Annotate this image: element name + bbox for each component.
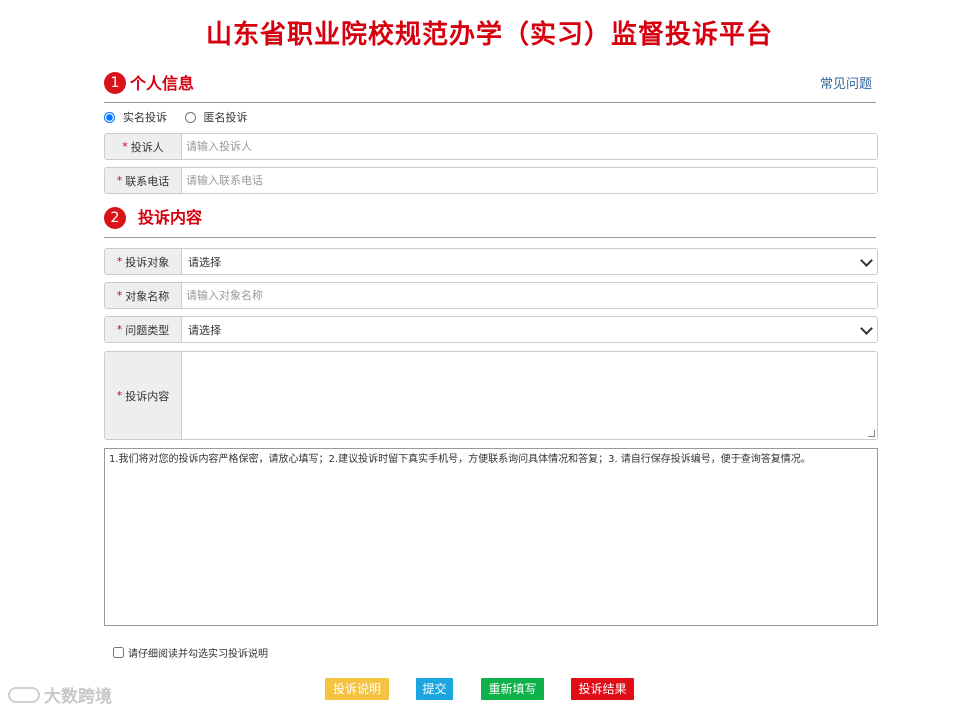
section-divider: [104, 237, 876, 238]
complaint-type-radios: 实名投诉 匿名投诉: [104, 109, 262, 127]
page-title: 山东省职业院校规范办学（实习）监督投诉平台: [205, 20, 773, 50]
step-badge-2: 2: [104, 207, 126, 229]
issue-type-label: * 问题类型: [105, 317, 182, 342]
chevron-down-icon: [860, 322, 873, 335]
section-title-content: 投诉内容: [138, 208, 203, 227]
issue-type-select[interactable]: 请选择: [182, 317, 877, 342]
target-name-row: * 对象名称: [104, 282, 878, 309]
agreement-checkbox[interactable]: [113, 647, 124, 658]
complainant-row: * 投诉人: [104, 133, 878, 160]
radio-real-name-input[interactable]: [104, 111, 115, 123]
target-name-input[interactable]: [182, 283, 877, 308]
radio-anonymous[interactable]: 匿名投诉: [184, 109, 248, 125]
complainant-input[interactable]: [182, 134, 877, 159]
section-personal-info: 1 个人信息 常见问题: [104, 70, 877, 100]
target-label: * 投诉对象: [105, 249, 182, 274]
section-title-personal: 个人信息: [130, 74, 195, 93]
submit-button[interactable]: 提交: [416, 678, 453, 700]
section-complaint-content: 2 投诉内容: [104, 204, 877, 234]
complaint-notice: 1.我们将对您的投诉内容严格保密，请放心填写；2.建议投诉时留下真实手机号，方便…: [104, 448, 878, 626]
reset-button[interactable]: 重新填写: [481, 678, 544, 700]
radio-real-name-label: 实名投诉: [123, 111, 167, 124]
radio-anonymous-label: 匿名投诉: [203, 111, 248, 124]
section-divider: [104, 102, 876, 103]
step-badge-1: 1: [104, 72, 126, 94]
target-select[interactable]: 请选择: [182, 249, 877, 274]
watermark-text: 大数跨境: [44, 687, 112, 707]
complaint-content-label: * 投诉内容: [105, 352, 182, 439]
complaint-content-row: * 投诉内容: [104, 351, 878, 440]
required-mark: *: [116, 174, 123, 187]
required-mark: *: [116, 323, 123, 336]
issue-type-row: * 问题类型 请选择: [104, 316, 878, 343]
faq-link[interactable]: 常见问题: [820, 73, 872, 92]
phone-row: * 联系电话: [104, 167, 878, 194]
target-row: * 投诉对象 请选择: [104, 248, 878, 275]
chevron-down-icon: [860, 254, 873, 267]
agreement-checkbox-row[interactable]: 请仔细阅读并勾选实习投诉说明: [113, 645, 268, 660]
required-mark: *: [122, 140, 128, 153]
agreement-label: 请仔细阅读并勾选实习投诉说明: [128, 649, 268, 660]
required-mark: *: [116, 389, 123, 402]
complainant-label: * 投诉人: [105, 134, 182, 159]
watermark: 大数跨境: [8, 682, 112, 707]
watermark-logo-icon: [8, 686, 40, 703]
radio-anonymous-input[interactable]: [184, 111, 196, 123]
phone-input[interactable]: [182, 168, 877, 193]
required-mark: *: [116, 255, 123, 268]
required-mark: *: [116, 289, 123, 302]
complaint-content-textarea[interactable]: [182, 352, 877, 439]
phone-label: * 联系电话: [105, 168, 182, 193]
target-name-label: * 对象名称: [105, 283, 182, 308]
resize-handle-icon[interactable]: [868, 430, 875, 437]
complaint-explain-button[interactable]: 投诉说明: [325, 678, 389, 700]
complaint-result-button[interactable]: 投诉结果: [571, 678, 634, 700]
radio-real-name[interactable]: 实名投诉: [104, 109, 167, 125]
